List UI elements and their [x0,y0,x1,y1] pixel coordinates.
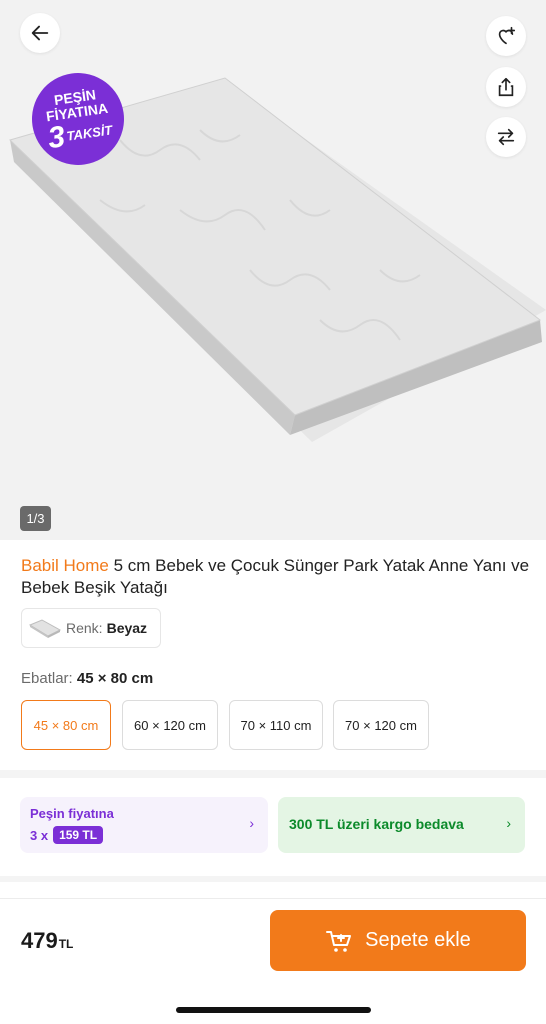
add-to-cart-label: Sepete ekle [365,929,471,951]
installment-amount-badge: 159 TL [53,826,104,844]
size-option-70x120[interactable]: 70 × 120 cm [333,700,429,750]
color-variant-chip[interactable]: Renk: Beyaz [21,608,161,648]
add-to-collection-button[interactable] [486,16,526,56]
promo-word: TAKSİT [65,122,114,144]
chevron-right-icon: › [249,815,254,831]
price-value: 479 [21,928,58,953]
color-value: Beyaz [106,620,148,636]
share-icon [498,77,514,97]
free-shipping-card[interactable]: 300 TL üzeri kargo bedava › [278,797,525,853]
cart-plus-icon [326,930,352,952]
installment-prefix: 3 x [30,827,49,843]
product-title: Babil Home 5 cm Bebek ve Çocuk Sünger Pa… [21,555,531,599]
size-option-45x80[interactable]: 45 × 80 cm [21,700,111,750]
add-to-cart-button[interactable]: Sepete ekle [270,910,526,971]
size-option-70x110[interactable]: 70 × 110 cm [229,700,323,750]
arrow-left-icon [31,25,49,41]
compare-button[interactable] [486,117,526,157]
heart-collection-icon [498,26,516,45]
free-shipping-label: 300 TL üzeri kargo bedava [289,816,464,832]
installment-card[interactable]: Peşin fiyatına 3 x 159 TL › [20,797,268,853]
color-label: Renk: [66,620,103,636]
product-gallery[interactable]: PEŞİN FİYATINA 3 TAKSİT 1/3 [0,0,546,540]
compare-arrows-icon [497,128,515,146]
size-value: 45 × 80 cm [76,670,154,687]
home-indicator[interactable] [176,1007,371,1013]
color-thumbnail [28,619,62,638]
promo-number: 3 [45,119,67,155]
price-currency: TL [58,937,74,951]
back-button[interactable] [20,13,60,53]
chevron-right-icon: › [506,815,511,831]
installment-label: Peşin fiyatına [30,806,114,821]
size-option-60x120[interactable]: 60 × 120 cm [122,700,218,750]
section-divider [0,876,546,882]
brand-link[interactable]: Babil Home [21,556,109,575]
section-divider [0,770,546,778]
size-heading: Ebatlar: 45 × 80 cm [21,670,153,687]
share-button[interactable] [486,67,526,107]
size-label: Ebatlar: [21,670,73,687]
image-counter: 1/3 [20,506,51,531]
price: 479 TL [21,928,73,954]
